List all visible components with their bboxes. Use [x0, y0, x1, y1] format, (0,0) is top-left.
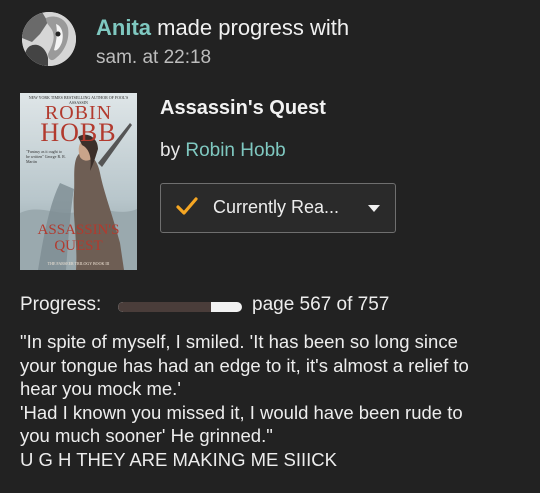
shelf-status-label: Currently Rea... [213, 197, 340, 217]
book-cover[interactable]: NEW YORK TIMES BESTSELLING AUTHOR OF FOO… [20, 93, 137, 270]
comment-line: hear you mock me.' [20, 378, 181, 399]
progress-label: Progress: [20, 294, 102, 315]
cover-blurb: "Fantasy as it ought to be written" Geor… [26, 149, 66, 164]
progress-bar-fill [118, 302, 211, 312]
progress-comment: "In spite of myself, I smiled. 'It has b… [20, 330, 526, 471]
comment-line: "In spite of myself, I smiled. 'It has b… [20, 331, 458, 352]
cover-title-line1: ASSASSIN'S [37, 222, 120, 238]
comment-line: you much sooner' He grinned." [20, 425, 273, 446]
by-label: by [160, 140, 186, 161]
book-title[interactable]: Assassin's Quest [160, 97, 326, 120]
comment-line: U G H THEY ARE MAKING ME SIIICK [20, 448, 337, 470]
avatar-image [22, 12, 76, 66]
activity-action-text: made progress with [151, 15, 350, 40]
activity-timestamp: sam. at 22:18 [96, 47, 212, 68]
shelf-status-dropdown[interactable]: Currently Rea... [160, 183, 396, 233]
user-name-link[interactable]: Anita [96, 15, 151, 40]
author-link[interactable]: Robin Hobb [185, 140, 285, 161]
comment-line: your tongue has had an edge to it, it's … [20, 354, 469, 376]
cover-footer: THE FARSEER TRILOGY BOOK III [47, 261, 110, 266]
checkmark-icon [176, 197, 198, 215]
cover-author-last: HOBB [40, 118, 117, 147]
progress-bar [118, 302, 242, 312]
user-avatar[interactable] [22, 12, 76, 66]
activity-headline: Anita made progress with [96, 15, 349, 41]
cover-title-line2: QUEST [54, 238, 103, 254]
progress-page-text: page 567 of 757 [252, 294, 390, 315]
comment-line: 'Had I known you missed it, I would have… [20, 401, 463, 423]
book-byline: by Robin Hobb [160, 140, 286, 162]
chevron-down-icon [368, 205, 380, 212]
